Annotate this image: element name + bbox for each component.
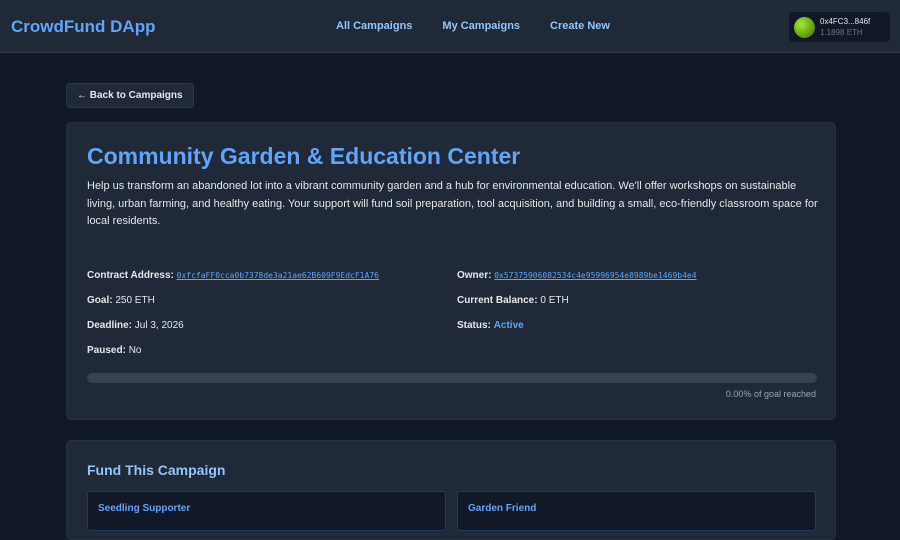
current-balance-field: Current Balance: 0 ETH xyxy=(457,295,569,306)
wallet-address: 0x4FC3...846f xyxy=(820,17,871,26)
status-value: Active xyxy=(493,320,524,331)
current-balance-label: Current Balance: xyxy=(457,295,538,306)
funding-progress-text: 0.00% of goal reached xyxy=(725,389,816,399)
nav-links: All Campaigns My Campaigns Create New xyxy=(336,20,610,32)
deadline-field: Deadline: Jul 3, 2026 xyxy=(87,320,184,331)
paused-label: Paused: xyxy=(87,345,126,356)
wallet-balance: 1.1898 ETH xyxy=(820,28,863,37)
goal-value: 250 ETH xyxy=(115,295,155,306)
fund-campaign-card: Fund This Campaign Seedling Supporter Ga… xyxy=(66,440,836,540)
nav-all-campaigns[interactable]: All Campaigns xyxy=(336,20,412,32)
owner-field: Owner: 0x57375906082534c4e95996954e8989b… xyxy=(457,270,697,281)
reward-tier-name: Seedling Supporter xyxy=(98,503,191,514)
fund-campaign-title: Fund This Campaign xyxy=(87,462,226,478)
reward-tier-card[interactable]: Garden Friend xyxy=(457,491,816,531)
goal-field: Goal: 250 ETH xyxy=(87,295,155,306)
top-navbar: CrowdFund DApp All Campaigns My Campaign… xyxy=(0,0,900,53)
campaign-title: Community Garden & Education Center xyxy=(87,143,521,169)
nav-create-new[interactable]: Create New xyxy=(550,20,610,32)
paused-value: No xyxy=(128,345,142,356)
campaign-description: Help us transform an abandoned lot into … xyxy=(87,180,818,227)
goal-label: Goal: xyxy=(87,295,113,306)
owner-address-link[interactable]: 0x57375906082534c4e95996954e8989be1469b4… xyxy=(494,271,696,280)
contract-address-link[interactable]: 0xfcfaFF0cca0b7378de3a21ae62B609F9EdcF1A… xyxy=(177,271,379,280)
status-field: Status: Active xyxy=(457,320,524,331)
back-to-campaigns-button[interactable]: ← Back to Campaigns xyxy=(66,83,194,108)
owner-label: Owner: xyxy=(457,270,492,281)
contract-address-label: Contract Address: xyxy=(87,270,174,281)
contract-address-field: Contract Address: 0xfcfaFF0cca0b7378de3a… xyxy=(87,270,379,281)
funding-progress-bar xyxy=(87,373,817,383)
campaign-details-card: Community Garden & Education Center Help… xyxy=(66,122,836,420)
deadline-value: Jul 3, 2026 xyxy=(134,320,184,331)
current-balance-value: 0 ETH xyxy=(540,295,569,306)
wallet-avatar xyxy=(794,17,815,38)
status-label: Status: xyxy=(457,320,491,331)
app-brand[interactable]: CrowdFund DApp xyxy=(11,17,155,37)
wallet-badge[interactable]: 0x4FC3...846f 1.1898 ETH xyxy=(789,12,890,42)
reward-tier-name: Garden Friend xyxy=(468,503,537,514)
nav-my-campaigns[interactable]: My Campaigns xyxy=(442,20,520,32)
paused-field: Paused: No xyxy=(87,345,141,356)
deadline-label: Deadline: xyxy=(87,320,133,331)
reward-tier-card[interactable]: Seedling Supporter xyxy=(87,491,446,531)
